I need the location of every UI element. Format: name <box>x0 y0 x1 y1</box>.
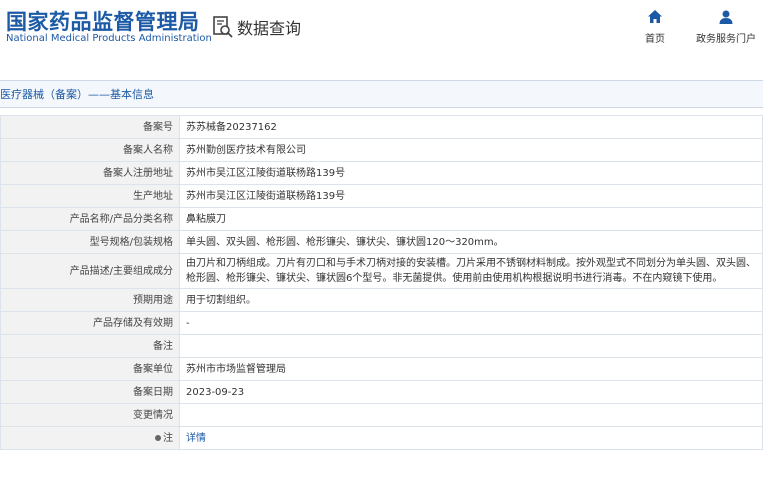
bullet-icon <box>155 434 161 441</box>
site-header: 国家药品监督管理局 National Medical Products Admi… <box>0 0 763 62</box>
table-row: 备案日期 2023-09-23 <box>0 380 763 404</box>
note-label-text: 注 <box>163 432 173 444</box>
nav-home[interactable]: 首页 <box>645 9 665 45</box>
breadcrumb: 医疗器械（备案）——基本信息 <box>0 88 154 101</box>
table-row: 注 详情 <box>0 426 763 450</box>
data-query-link[interactable]: 数据查询 <box>212 14 301 40</box>
field-label-filing-unit: 备案单位 <box>0 357 180 381</box>
field-label-registered-address: 备案人注册地址 <box>0 161 180 185</box>
field-label-product-name: 产品名称/产品分类名称 <box>0 207 180 231</box>
field-value-product-description: 由刀片和刀柄组成。刀片有刃口和与手术刀柄对接的安装槽。刀片采用不锈钢材料制成。按… <box>179 253 763 289</box>
table-row: 备案人名称 苏州勤创医疗技术有限公司 <box>0 138 763 162</box>
field-value-model-spec: 单头圆、双头圆、枪形圆、枪形镰尖、镰状尖、镰状圆120～320mm。 <box>179 230 763 254</box>
field-label-filing-date: 备案日期 <box>0 380 180 404</box>
table-row: 产品名称/产品分类名称 鼻粘膜刀 <box>0 207 763 231</box>
table-row: 变更情况 <box>0 403 763 427</box>
user-icon <box>719 10 733 24</box>
field-value-filing-unit: 苏州市市场监督管理局 <box>179 357 763 381</box>
field-value-registered-address: 苏州市吴江区江陵街道联杨路139号 <box>179 161 763 185</box>
field-label-storage-validity: 产品存储及有效期 <box>0 311 180 335</box>
table-row: 备案号 苏苏械备20237162 <box>0 115 763 139</box>
field-label-record-number: 备案号 <box>0 115 180 139</box>
nav-service-portal-label: 政务服务门户 <box>696 34 756 45</box>
document-search-icon <box>213 16 233 38</box>
field-value-remarks <box>179 334 763 358</box>
field-label-change-status: 变更情况 <box>0 403 180 427</box>
table-row: 备案人注册地址 苏州市吴江区江陵街道联杨路139号 <box>0 161 763 185</box>
field-value-product-name: 鼻粘膜刀 <box>179 207 763 231</box>
data-query-label: 数据查询 <box>237 19 302 38</box>
nav-home-label: 首页 <box>645 34 665 45</box>
field-label-registrant-name: 备案人名称 <box>0 138 180 162</box>
field-value-record-number: 苏苏械备20237162 <box>179 115 763 139</box>
breadcrumb-bar: 医疗器械（备案）——基本信息 <box>0 80 763 108</box>
field-value-intended-use: 用于切割组织。 <box>179 288 763 312</box>
table-row: 生产地址 苏州市吴江区江陵街道联杨路139号 <box>0 184 763 208</box>
field-label-model-spec: 型号规格/包装规格 <box>0 230 180 254</box>
field-value-registrant-name: 苏州勤创医疗技术有限公司 <box>179 138 763 162</box>
record-detail-table: 备案号 苏苏械备20237162 备案人名称 苏州勤创医疗技术有限公司 备案人注… <box>0 115 763 450</box>
field-value-production-address: 苏州市吴江区江陵街道联杨路139号 <box>179 184 763 208</box>
home-icon <box>648 10 662 23</box>
field-label-remarks: 备注 <box>0 334 180 358</box>
field-label-note: 注 <box>0 426 180 450</box>
table-row: 产品存储及有效期 - <box>0 311 763 335</box>
field-value-note: 详情 <box>179 426 763 450</box>
field-value-storage-validity: - <box>179 311 763 335</box>
site-logo-chinese[interactable]: 国家药品监督管理局 <box>6 6 200 36</box>
field-value-filing-date: 2023-09-23 <box>179 380 763 404</box>
table-row: 备注 <box>0 334 763 358</box>
field-value-change-status <box>179 403 763 427</box>
table-row: 型号规格/包装规格 单头圆、双头圆、枪形圆、枪形镰尖、镰状尖、镰状圆120～32… <box>0 230 763 254</box>
field-label-intended-use: 预期用途 <box>0 288 180 312</box>
field-label-product-description: 产品描述/主要组成成分 <box>0 253 180 289</box>
table-row: 预期用途 用于切割组织。 <box>0 288 763 312</box>
table-row: 产品描述/主要组成成分 由刀片和刀柄组成。刀片有刃口和与手术刀柄对接的安装槽。刀… <box>0 253 763 289</box>
nav-service-portal[interactable]: 政务服务门户 <box>696 9 756 45</box>
table-row: 备案单位 苏州市市场监督管理局 <box>0 357 763 381</box>
site-logo-english[interactable]: National Medical Products Administration <box>6 33 212 44</box>
field-label-production-address: 生产地址 <box>0 184 180 208</box>
details-link[interactable]: 详情 <box>186 433 206 444</box>
